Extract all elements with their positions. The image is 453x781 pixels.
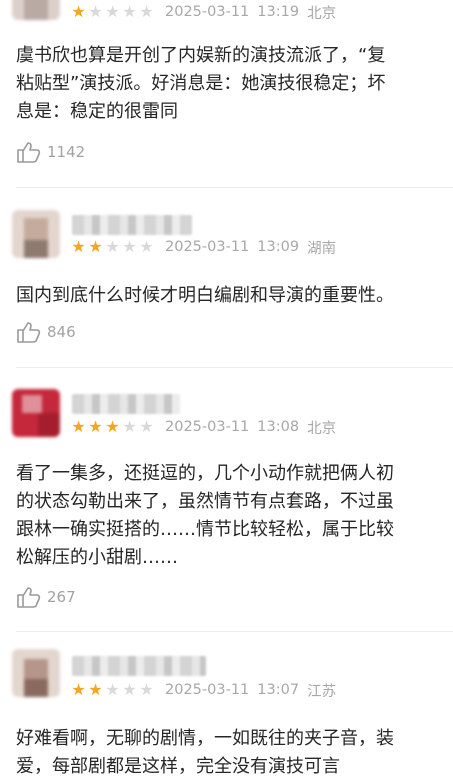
thumbs-up-icon	[17, 142, 41, 163]
divider	[16, 631, 453, 632]
review-time: 13:07	[257, 682, 300, 698]
star-icon: ★	[88, 237, 103, 256]
review-text[interactable]: 虞书欣也算是开创了内娱新的演技流派了，“复 粘贴型”演技派。好消息是：她演技很稳…	[16, 42, 453, 126]
thumbs-up-icon	[17, 587, 41, 608]
like-count: 1142	[47, 143, 86, 161]
star-icon: ★	[88, 417, 103, 436]
like-button[interactable]: 846	[16, 320, 76, 344]
review-date: 2025-03-11	[165, 4, 250, 20]
review-text[interactable]: 看了一集多，还挺逗的，几个小动作就把俩人初 的状态勾勒出来了，虽然情节有点套路，…	[16, 460, 453, 572]
review-location: 北京	[307, 5, 337, 22]
star-icon: ★	[88, 680, 103, 699]
review-time: 13:09	[257, 239, 300, 255]
rating-stars: ★ ★ ★ ★ ★	[70, 419, 155, 435]
star-icon: ★	[71, 417, 86, 436]
review-location: 北京	[307, 420, 337, 437]
username[interactable]	[72, 656, 206, 676]
like-button[interactable]: 267	[16, 585, 76, 609]
review-date: 2025-03-11	[165, 682, 250, 698]
thumbs-up-icon	[17, 322, 41, 343]
avatar[interactable]	[12, 389, 60, 437]
username[interactable]	[72, 215, 192, 235]
star-icon: ★	[71, 680, 86, 699]
rating-stars: ★ ★ ★ ★ ★	[70, 4, 155, 20]
divider	[16, 367, 453, 368]
review-date: 2025-03-11	[165, 239, 250, 255]
star-icon: ★	[139, 237, 154, 256]
star-icon: ★	[122, 680, 137, 699]
star-icon: ★	[139, 417, 154, 436]
star-icon: ★	[122, 2, 137, 21]
review-date: 2025-03-11	[165, 419, 250, 435]
divider	[16, 187, 453, 188]
star-icon: ★	[71, 2, 86, 21]
star-icon: ★	[105, 417, 120, 436]
avatar[interactable]	[12, 649, 60, 697]
review-time: 13:19	[257, 4, 300, 20]
review-location: 江苏	[307, 683, 337, 700]
star-icon: ★	[139, 680, 154, 699]
review-text[interactable]: 好难看啊，无聊的剧情，一如既往的夹子音，装 爱，每部剧都是这样，完全没有演技可言	[16, 725, 453, 781]
rating-stars: ★ ★ ★ ★ ★	[70, 682, 155, 698]
star-icon: ★	[139, 2, 154, 21]
star-icon: ★	[122, 417, 137, 436]
avatar[interactable]	[12, 0, 60, 20]
review-text[interactable]: 国内到底什么时候才明白编剧和导演的重要性。	[16, 282, 453, 310]
star-icon: ★	[71, 237, 86, 256]
star-icon: ★	[122, 237, 137, 256]
star-icon: ★	[105, 680, 120, 699]
rating-stars: ★ ★ ★ ★ ★	[70, 239, 155, 255]
like-count: 267	[47, 588, 76, 606]
star-icon: ★	[105, 237, 120, 256]
review-time: 13:08	[257, 419, 300, 435]
avatar[interactable]	[12, 210, 60, 258]
username[interactable]	[72, 394, 180, 414]
star-icon: ★	[88, 2, 103, 21]
star-icon: ★	[105, 2, 120, 21]
like-button[interactable]: 1142	[16, 140, 85, 164]
like-count: 846	[47, 323, 76, 341]
review-location: 湖南	[307, 240, 337, 257]
